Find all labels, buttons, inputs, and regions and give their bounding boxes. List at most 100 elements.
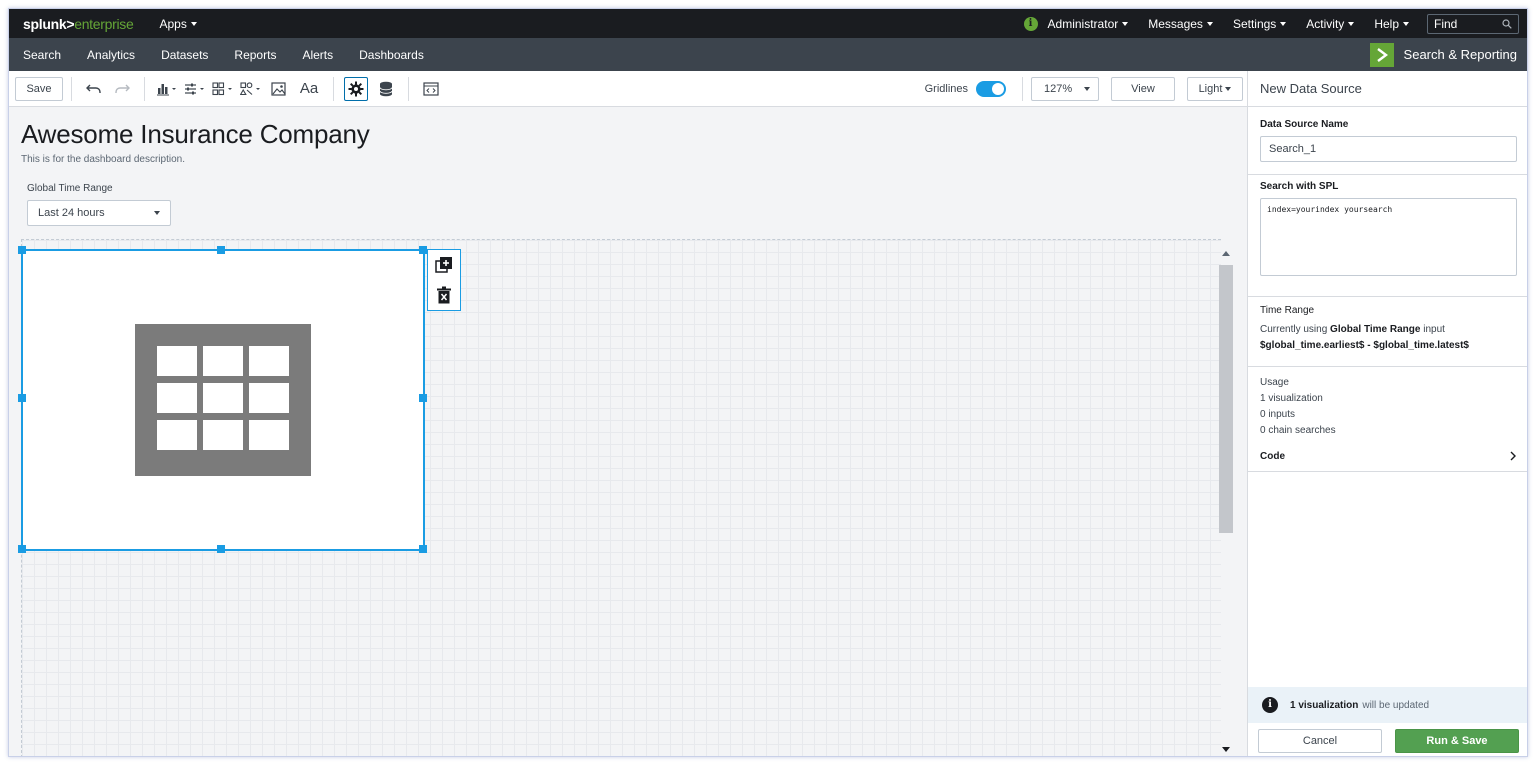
chevron-down-icon xyxy=(1122,21,1129,26)
time-range-suffix: input xyxy=(1423,324,1445,335)
settings-label: Settings xyxy=(1232,16,1277,31)
add-chart-icon[interactable] xyxy=(156,78,178,100)
table-icon-cell xyxy=(249,420,289,450)
chevron-down-icon xyxy=(1225,86,1232,91)
editor-header: New Data Source xyxy=(1248,71,1527,107)
dashboard-description[interactable]: This is for the dashboard description. xyxy=(21,154,185,165)
usage-chain-searches: 0 chain searches xyxy=(1260,425,1336,436)
chevron-down-icon xyxy=(154,211,160,215)
chevron-down-icon xyxy=(1348,21,1355,26)
cancel-button[interactable]: Cancel xyxy=(1258,728,1382,753)
save-button[interactable]: Save xyxy=(15,76,63,101)
table-icon-cell xyxy=(157,383,197,413)
add-input-icon[interactable] xyxy=(184,78,206,100)
zoom-value: 127% xyxy=(1044,82,1073,95)
activity-menu[interactable]: Activity xyxy=(1306,16,1355,31)
app-window: splunk>enterprise Apps i Administrator M… xyxy=(8,8,1528,757)
global-header: splunk>enterprise Apps i Administrator M… xyxy=(9,9,1527,38)
administrator-label: Administrator xyxy=(1047,16,1119,31)
text-tool-label: Aa xyxy=(299,80,319,97)
resize-handle-bottom[interactable] xyxy=(217,545,225,553)
find-box xyxy=(1427,13,1519,34)
table-visualization-panel[interactable] xyxy=(18,246,427,553)
delete-panel-button[interactable] xyxy=(428,280,460,310)
health-status-icon[interactable]: i xyxy=(1023,16,1038,31)
toolbar-divider xyxy=(333,76,334,101)
apps-menu-label: Apps xyxy=(159,16,187,31)
usage-label: Usage xyxy=(1260,377,1289,388)
table-icon-cell xyxy=(203,383,243,413)
gridlines-toggle[interactable] xyxy=(976,80,1006,97)
nav-dashboards[interactable]: Dashboards xyxy=(359,48,424,62)
data-source-icon[interactable] xyxy=(375,78,397,100)
data-source-name-input[interactable] xyxy=(1260,136,1517,162)
config-gear-button[interactable] xyxy=(344,76,368,101)
nav-reports[interactable]: Reports xyxy=(234,48,276,62)
nav-analytics[interactable]: Analytics xyxy=(87,48,135,62)
toolbar-divider xyxy=(408,76,409,101)
theme-select[interactable]: Light xyxy=(1187,76,1243,101)
resize-handle-bottom-right[interactable] xyxy=(419,545,427,553)
table-icon xyxy=(135,324,311,476)
chevron-down-icon xyxy=(1280,21,1287,26)
text-tool-icon[interactable]: Aa xyxy=(296,78,322,100)
time-range-dropdown[interactable]: Last 24 hours xyxy=(27,200,171,226)
view-button[interactable]: View xyxy=(1111,76,1175,101)
spl-query-input[interactable]: index=yourindex yoursearch xyxy=(1260,198,1517,276)
logo-brand: splunk> xyxy=(23,15,75,32)
image-icon[interactable] xyxy=(268,78,290,100)
layout-grid-icon[interactable] xyxy=(212,78,234,100)
zoom-select[interactable]: 127% xyxy=(1031,76,1099,101)
redo-icon[interactable] xyxy=(111,78,133,100)
messages-menu[interactable]: Messages xyxy=(1148,17,1213,31)
dashboard-title[interactable]: Awesome Insurance Company xyxy=(21,119,370,150)
notice-count: 1 visualization xyxy=(1290,699,1359,711)
code-expander[interactable]: Code xyxy=(1260,443,1517,469)
app-badge[interactable]: Search & Reporting xyxy=(1369,42,1517,67)
search-icon[interactable] xyxy=(1502,18,1512,29)
administrator-menu[interactable]: i Administrator xyxy=(1023,16,1129,31)
source-code-icon[interactable] xyxy=(420,78,442,100)
table-icon-cell xyxy=(203,420,243,450)
undo-icon[interactable] xyxy=(83,78,105,100)
time-range-value: Last 24 hours xyxy=(38,207,105,219)
nav-datasets[interactable]: Datasets xyxy=(161,48,208,62)
time-range-description: Currently using Global Time Range input xyxy=(1260,322,1517,338)
shapes-icon[interactable] xyxy=(240,78,262,100)
resize-handle-right[interactable] xyxy=(419,394,427,402)
scroll-down-arrow-icon[interactable] xyxy=(1222,747,1230,752)
find-input[interactable] xyxy=(1434,16,1498,31)
data-source-name-label: Data Source Name xyxy=(1260,119,1349,130)
time-range-label: Time Range xyxy=(1260,305,1315,316)
time-range-tokens: $global_time.earliest$ - $global_time.la… xyxy=(1260,340,1469,351)
scroll-up-arrow-icon[interactable] xyxy=(1222,251,1230,256)
messages-label: Messages xyxy=(1148,16,1203,31)
scroll-thumb[interactable] xyxy=(1219,265,1233,533)
logo-product: enterprise xyxy=(74,15,134,32)
gridlines-label: Gridlines xyxy=(924,82,968,95)
resize-handle-bottom-left[interactable] xyxy=(18,545,26,553)
gear-icon xyxy=(348,81,364,96)
chevron-down-icon xyxy=(1206,21,1213,26)
help-menu[interactable]: Help xyxy=(1374,17,1409,31)
splunk-logo[interactable]: splunk>enterprise xyxy=(23,15,134,32)
canvas-scrollbar[interactable] xyxy=(1219,247,1233,756)
run-and-save-button[interactable]: Run & Save xyxy=(1395,728,1519,753)
resize-handle-top[interactable] xyxy=(217,246,225,254)
resize-handle-top-left[interactable] xyxy=(18,246,26,254)
resize-handle-top-right[interactable] xyxy=(419,246,427,254)
usage-section: Usage 1 visualization 0 inputs 0 chain s… xyxy=(1248,367,1527,472)
notice-text: will be updated xyxy=(1362,699,1430,711)
duplicate-icon xyxy=(435,257,452,273)
chevron-down-icon xyxy=(1403,21,1409,26)
chevron-down-icon xyxy=(1084,86,1090,91)
nav-alerts[interactable]: Alerts xyxy=(302,48,333,62)
table-icon-cell xyxy=(157,346,197,376)
usage-inputs: 0 inputs xyxy=(1260,409,1296,420)
duplicate-panel-button[interactable] xyxy=(428,250,460,280)
apps-menu[interactable]: Apps xyxy=(159,16,197,31)
nav-search[interactable]: Search xyxy=(23,48,61,62)
settings-menu[interactable]: Settings xyxy=(1232,16,1287,31)
resize-handle-left[interactable] xyxy=(18,394,26,402)
activity-label: Activity xyxy=(1306,16,1345,31)
